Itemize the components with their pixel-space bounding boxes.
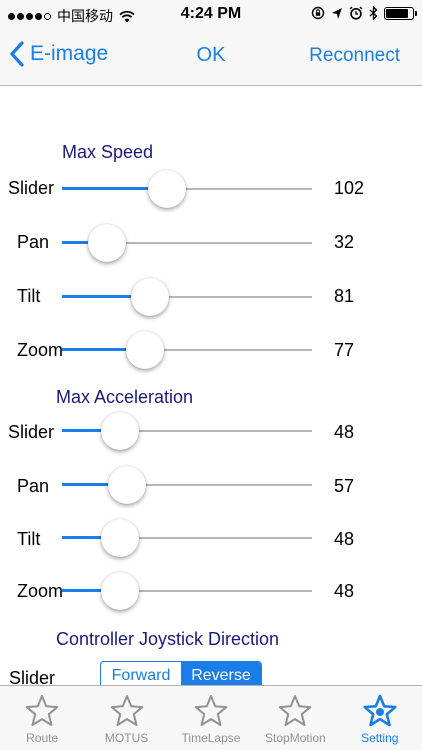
section-title-max-speed: Max Speed	[62, 142, 154, 162]
battery-icon	[384, 6, 417, 20]
tab-timelapse[interactable]: TimeLapse	[169, 686, 253, 750]
max-speed-slider-label: Slider	[8, 178, 55, 198]
star-outline-icon	[110, 695, 143, 726]
max-accel-slider-value: 48	[334, 422, 355, 442]
max-speed-tilt-label: Tilt	[17, 286, 41, 306]
max-accel-zoom-slider[interactable]	[62, 571, 312, 611]
max-speed-slider-value: 102	[334, 178, 365, 198]
max-accel-pan-label: Pan	[17, 476, 50, 496]
max-speed-zoom-label: Zoom	[17, 340, 64, 360]
rotation-lock-icon	[311, 6, 325, 20]
max-speed-slider-slider[interactable]	[62, 169, 312, 209]
location-arrow-icon	[332, 7, 342, 19]
slider-thumb[interactable]	[108, 466, 146, 504]
slider-thumb[interactable]	[100, 412, 139, 450]
tab-label: MOTUS	[104, 731, 149, 745]
max-speed-pan-value: 32	[334, 232, 355, 252]
tab-label: Route	[26, 731, 59, 745]
slider-thumb[interactable]	[125, 331, 164, 369]
ok-button[interactable]: OK	[197, 44, 226, 66]
section-title-max-acceleration: Max Acceleration	[56, 387, 194, 407]
star-outline-icon	[194, 695, 228, 726]
tab-label: StopMotion	[265, 731, 326, 745]
max-accel-pan-value: 57	[334, 476, 355, 496]
max-accel-pan-slider[interactable]	[62, 465, 312, 505]
slider-thumb[interactable]	[100, 572, 139, 610]
max-speed-pan-slider[interactable]	[62, 223, 312, 263]
alarm-icon	[349, 6, 363, 20]
tab-label: Setting	[361, 731, 399, 745]
navigation-bar: E-image OK Reconnect	[0, 30, 422, 86]
settings-content[interactable]: Max Speed Slider 102 Pan 32 Tilt 81 Zoom…	[0, 87, 422, 685]
segment-forward[interactable]: Forward	[101, 662, 181, 685]
joystick-direction-segmented-control[interactable]: Forward Reverse	[100, 661, 262, 685]
tab-bar: Route MOTUS TimeLapse StopMotion Setting	[0, 685, 422, 750]
star-outline-icon	[279, 695, 312, 726]
max-accel-tilt-label: Tilt	[17, 529, 41, 549]
max-speed-tilt-slider[interactable]	[62, 277, 312, 317]
star-settings-icon	[363, 694, 397, 727]
slider-thumb[interactable]	[88, 224, 126, 262]
tab-label: TimeLapse	[181, 731, 241, 745]
tab-route[interactable]: Route	[0, 686, 84, 750]
tab-motus[interactable]: MOTUS	[84, 686, 168, 750]
max-accel-slider-slider[interactable]	[62, 411, 312, 451]
max-accel-zoom-label: Zoom	[17, 581, 64, 601]
max-accel-tilt-value: 48	[334, 529, 355, 549]
tab-stopmotion[interactable]: StopMotion	[253, 686, 337, 750]
star-outline-icon	[25, 695, 59, 726]
max-speed-zoom-value: 77	[334, 340, 355, 360]
tab-setting[interactable]: Setting	[338, 686, 422, 750]
section-title-joystick-direction: Controller Joystick Direction	[56, 629, 280, 649]
segment-reverse[interactable]: Reverse	[181, 662, 261, 685]
max-accel-tilt-slider[interactable]	[62, 518, 312, 558]
slider-thumb[interactable]	[130, 278, 169, 316]
max-speed-pan-label: Pan	[17, 232, 50, 252]
bluetooth-icon	[369, 6, 378, 20]
slider-thumb[interactable]	[148, 170, 186, 208]
joystick-slider-label: Slider	[9, 668, 56, 685]
status-bar: 中国移动 4:24 PM	[0, 0, 422, 30]
max-accel-slider-label: Slider	[8, 422, 55, 442]
reconnect-button[interactable]: Reconnect	[309, 45, 400, 67]
slider-thumb[interactable]	[100, 519, 139, 557]
max-speed-zoom-slider[interactable]	[62, 330, 312, 370]
max-speed-tilt-value: 81	[334, 286, 355, 306]
max-accel-zoom-value: 48	[334, 581, 355, 601]
